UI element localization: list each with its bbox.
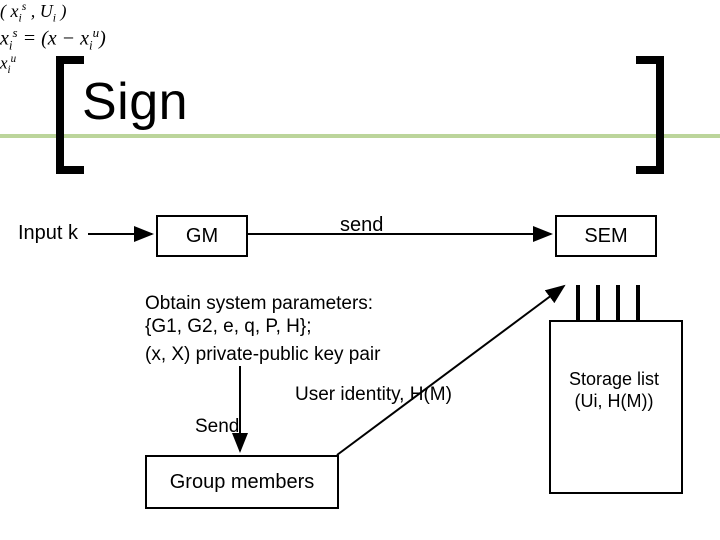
- page-title: Sign: [82, 72, 188, 132]
- title-bracket-right-icon: [636, 56, 664, 174]
- title-bracket-left-icon: [56, 56, 84, 174]
- title-underline: [0, 134, 720, 138]
- input-k-label: Input k: [18, 222, 78, 245]
- gm-label: GM: [186, 225, 218, 248]
- storage-hatch-icon: [576, 285, 580, 320]
- storage-hatch-icon: [596, 285, 600, 320]
- send-label: send: [340, 214, 383, 237]
- user-identity-label: User identity, H(M): [295, 384, 452, 406]
- keypair-label: (x, X) private-public key pair: [145, 344, 380, 366]
- obtain-line2: {G1, G2, e, q, P, H};: [145, 316, 312, 337]
- send-math: ( xis , Ui ): [0, 0, 720, 25]
- storage-hatch-icon: [616, 285, 620, 320]
- obtain-params: Obtain system parameters: {G1, G2, e, q,…: [145, 292, 373, 338]
- send2-label: Send: [195, 416, 239, 438]
- storage-line2: (Ui, H(M)): [575, 391, 654, 411]
- sem-label: SEM: [584, 225, 627, 248]
- equation: xis = (x − xiu): [0, 25, 720, 54]
- gm-box: GM: [156, 215, 248, 257]
- sem-box: SEM: [555, 215, 657, 257]
- storage-line1: Storage list: [569, 369, 659, 389]
- obtain-line1: Obtain system parameters:: [145, 293, 373, 314]
- group-members-box: Group members: [145, 455, 339, 509]
- storage-hatch-icon: [636, 285, 640, 320]
- storage-label: Storage list (Ui, H(M)): [548, 368, 680, 412]
- slide: Sign Input k GM SEM send ( xis , Ui ) xi…: [0, 0, 720, 540]
- group-members-label: Group members: [170, 471, 315, 494]
